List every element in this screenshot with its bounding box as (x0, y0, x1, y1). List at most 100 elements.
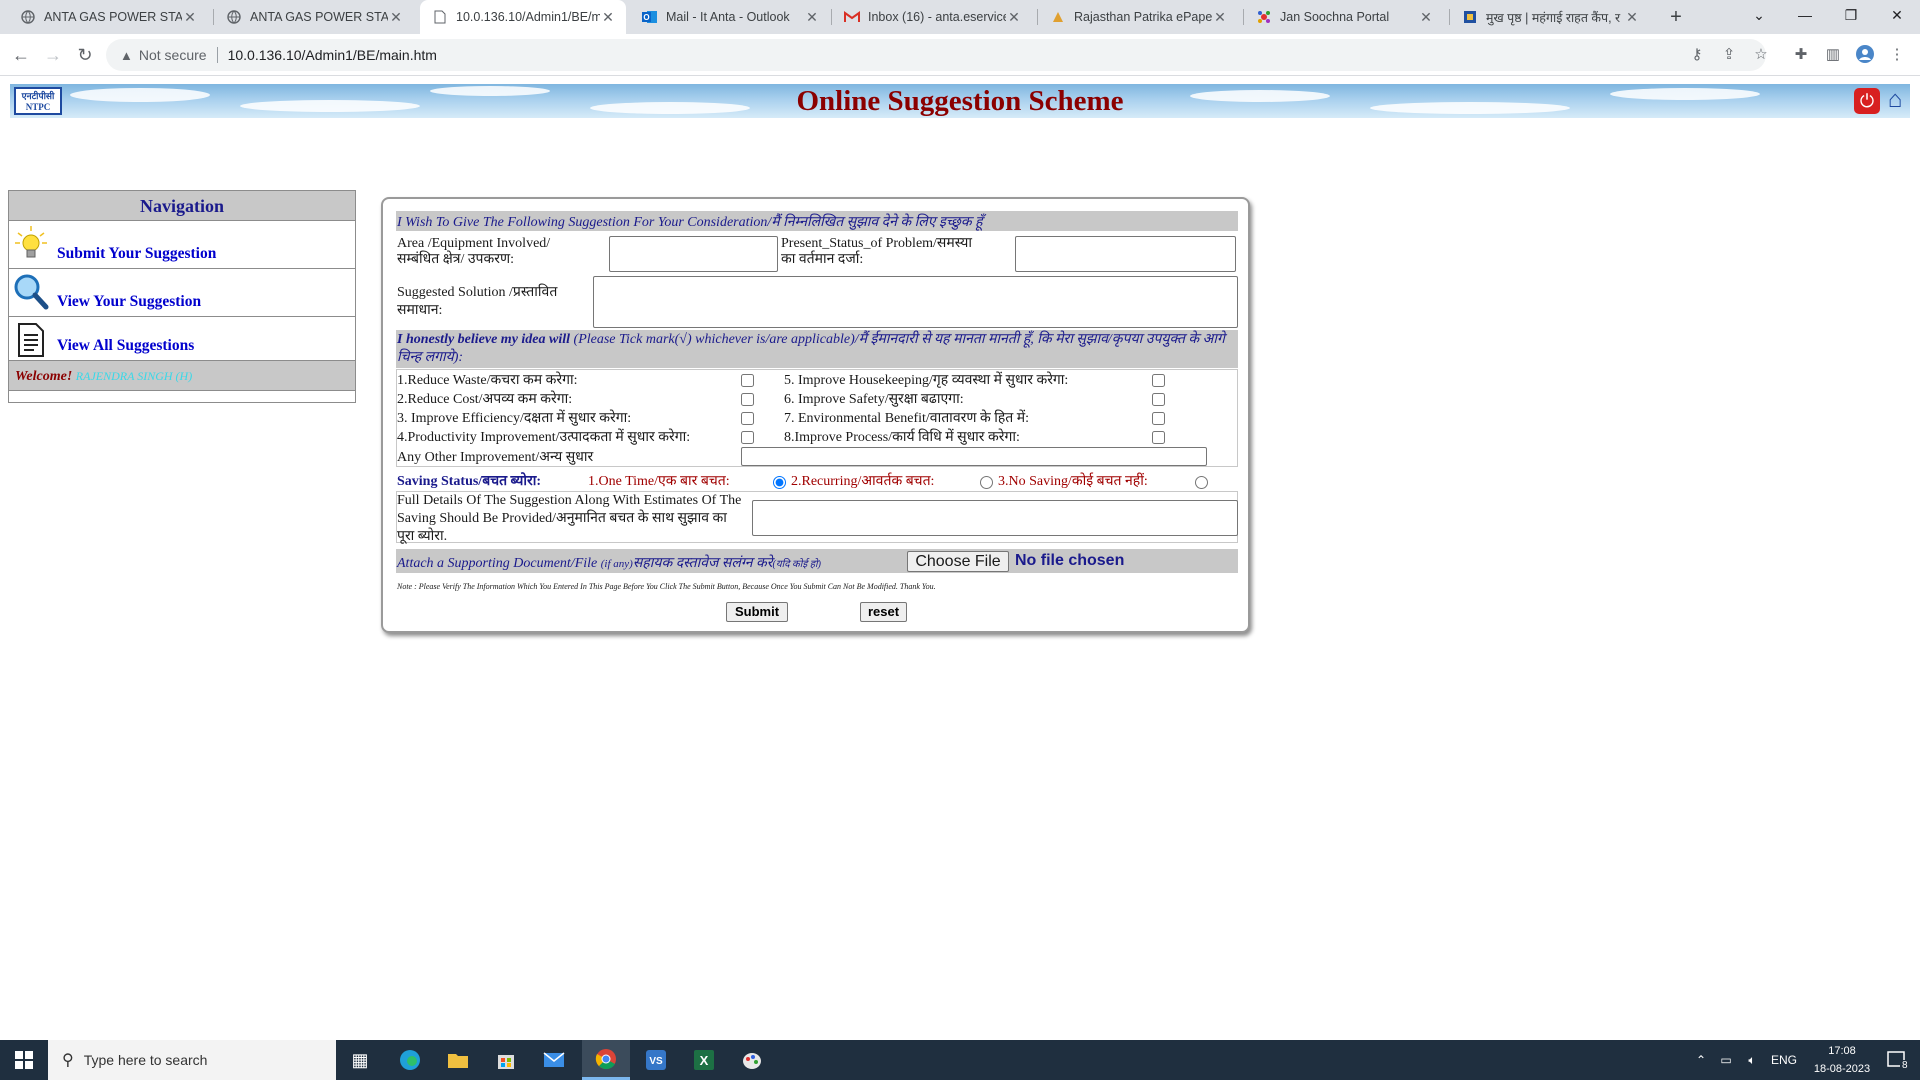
vscode-icon[interactable]: VS (632, 1040, 680, 1080)
side-panel-icon[interactable]: ▥ (1822, 44, 1844, 66)
key-icon[interactable]: ⚷ (1686, 44, 1708, 66)
page-title: Online Suggestion Scheme (796, 85, 1124, 117)
choose-file-button[interactable]: Choose File (907, 551, 1009, 572)
home-icon[interactable]: ⌂ (1882, 86, 1908, 114)
gmail-icon (844, 9, 860, 25)
welcome-label: Welcome! (15, 369, 73, 384)
close-tab-icon[interactable]: ✕ (804, 9, 820, 26)
tab-search-icon[interactable]: ⌄ (1736, 0, 1782, 30)
extensions-puzzle-icon[interactable]: ✚ (1790, 44, 1812, 66)
close-tab-icon[interactable]: ✕ (1006, 9, 1022, 26)
file-explorer-icon[interactable] (434, 1040, 482, 1080)
no-saving-radio[interactable] (1195, 476, 1208, 489)
minimize-button[interactable]: — (1782, 0, 1828, 30)
taskbar-search-box[interactable]: ⚲ Type here to search (48, 1040, 336, 1080)
close-tab-icon[interactable]: ✕ (1624, 9, 1640, 26)
other-improvement-field[interactable] (741, 447, 1207, 466)
productivity-checkbox[interactable] (741, 431, 754, 444)
windows-taskbar: ⚲ Type here to search ▦ VS X ⌃ ▭ 🔈︎ ENG … (0, 1040, 1920, 1080)
forward-arrow-icon[interactable]: → (41, 43, 65, 67)
nav-item-view-your-suggestion[interactable]: View Your Suggestion (9, 269, 355, 317)
close-tab-icon[interactable]: ✕ (388, 9, 404, 26)
microsoft-store-icon[interactable] (482, 1040, 530, 1080)
tab-title: 10.0.136.10/Admin1/BE/m (456, 10, 600, 24)
suggested-solution-field[interactable] (593, 276, 1238, 328)
mail-icon[interactable] (530, 1040, 578, 1080)
language-indicator[interactable]: ENG (1766, 1040, 1802, 1080)
reload-icon[interactable]: ↻ (73, 43, 97, 67)
area-equipment-field[interactable] (609, 236, 778, 272)
tray-chevron-icon[interactable]: ⌃ (1690, 1040, 1712, 1080)
close-window-button[interactable]: ✕ (1874, 0, 1920, 30)
browser-tab[interactable]: O Mail - It Anta - Outlook ✕ (630, 0, 830, 34)
suggested-solution-label: Suggested Solution /प्रस्तावित समाधान: (397, 285, 558, 318)
menu-kebab-icon[interactable]: ⋮ (1886, 44, 1908, 66)
browser-tab[interactable]: Inbox (16) - anta.eservice@ ✕ (832, 0, 1032, 34)
present-status-field[interactable] (1015, 236, 1236, 272)
reduce-cost-checkbox[interactable] (741, 393, 754, 406)
notification-center-icon[interactable]: 8 (1876, 1040, 1916, 1080)
close-tab-icon[interactable]: ✕ (1212, 9, 1228, 26)
saving-option-label: 2.Recurring/आवर्तक बचत: (791, 474, 935, 489)
windows-start-icon[interactable] (0, 1040, 48, 1080)
browser-tab-active[interactable]: 10.0.136.10/Admin1/BE/m ✕ (420, 0, 626, 34)
improve-process-checkbox[interactable] (1152, 431, 1165, 444)
nav-item-view-all-suggestions[interactable]: View All Suggestions (9, 317, 355, 361)
browser-tab[interactable]: मुख पृष्ठ | महंगाई राहत कैंप, र ✕ (1450, 0, 1650, 34)
search-icon: ⚲ (62, 1052, 74, 1069)
jansoochna-icon (1256, 9, 1272, 25)
document-icon (13, 321, 49, 359)
one-time-radio[interactable] (773, 476, 786, 489)
close-tab-icon[interactable]: ✕ (600, 9, 616, 26)
bookmark-star-icon[interactable]: ☆ (1750, 44, 1772, 66)
close-tab-icon[interactable]: ✕ (1418, 9, 1434, 26)
network-icon[interactable]: ▭ (1714, 1040, 1738, 1080)
full-details-field[interactable] (752, 500, 1238, 536)
restore-button[interactable]: ❐ (1828, 0, 1874, 30)
share-icon[interactable]: ⇪ (1718, 44, 1740, 66)
nav-item-label[interactable]: View All Suggestions (57, 337, 194, 355)
believe-statement: I honestly believe my idea will (Please … (397, 332, 1225, 365)
logout-power-icon[interactable]: ⏻ (1854, 88, 1880, 114)
browser-tab[interactable]: Rajasthan Patrika ePaper ✕ (1038, 0, 1238, 34)
improve-efficiency-checkbox[interactable] (741, 412, 754, 425)
address-bar[interactable]: ▲ Not secure 10.0.136.10/Admin1/BE/main.… (106, 39, 1766, 71)
excel-icon[interactable]: X (680, 1040, 728, 1080)
back-arrow-icon[interactable]: ← (9, 43, 33, 67)
other-improvement-label: Any Other Improvement/अन्य सुधार (397, 450, 594, 465)
attach-document-label: Attach a Supporting Document/File (if an… (397, 556, 821, 571)
browser-tab[interactable]: Jan Soochna Portal ✕ (1244, 0, 1444, 34)
tab-title: Jan Soochna Portal (1280, 10, 1390, 24)
tab-title: ANTA GAS POWER STATIO (44, 10, 182, 24)
reset-button[interactable]: reset (860, 602, 907, 622)
nav-item-submit-suggestion[interactable]: Submit Your Suggestion (9, 221, 355, 269)
improvement-label: 2.Reduce Cost/अपव्य कम करेगा: (397, 392, 573, 407)
volume-icon[interactable]: 🔈︎ (1740, 1040, 1764, 1080)
browser-tab[interactable]: ANTA GAS POWER STATIO ✕ (8, 0, 208, 34)
submit-button[interactable]: Submit (726, 602, 788, 622)
area-label: Area /Equipment Involved/ सम्बंधित क्षेत… (397, 236, 551, 267)
recurring-radio[interactable] (980, 476, 993, 489)
housekeeping-checkbox[interactable] (1152, 374, 1165, 387)
close-tab-icon[interactable]: ✕ (182, 9, 198, 26)
tab-title: Mail - It Anta - Outlook (666, 10, 790, 24)
nav-item-label[interactable]: Submit Your Suggestion (57, 245, 216, 263)
paint-icon[interactable] (728, 1040, 776, 1080)
globe-icon (226, 9, 242, 25)
edge-icon[interactable] (386, 1040, 434, 1080)
notification-count: 8 (1900, 1060, 1910, 1071)
improvement-label: 8.Improve Process/कार्य विधि में सुधार क… (784, 430, 1020, 445)
new-tab-button[interactable]: + (1662, 4, 1690, 30)
page-icon (432, 9, 448, 25)
nav-item-label[interactable]: View Your Suggestion (57, 293, 201, 311)
task-view-icon[interactable]: ▦ (336, 1040, 384, 1080)
environmental-checkbox[interactable] (1152, 412, 1165, 425)
warning-icon: ▲ (120, 47, 133, 63)
safety-checkbox[interactable] (1152, 393, 1165, 406)
reduce-waste-checkbox[interactable] (741, 374, 754, 387)
browser-tab[interactable]: ANTA GAS POWER STATIO ✕ (214, 0, 414, 34)
not-secure-label: Not secure (138, 47, 207, 63)
chrome-icon[interactable] (582, 1040, 630, 1080)
profile-avatar-icon[interactable] (1854, 44, 1876, 66)
clock[interactable]: 17:08 18-08-2023 (1810, 1042, 1874, 1078)
